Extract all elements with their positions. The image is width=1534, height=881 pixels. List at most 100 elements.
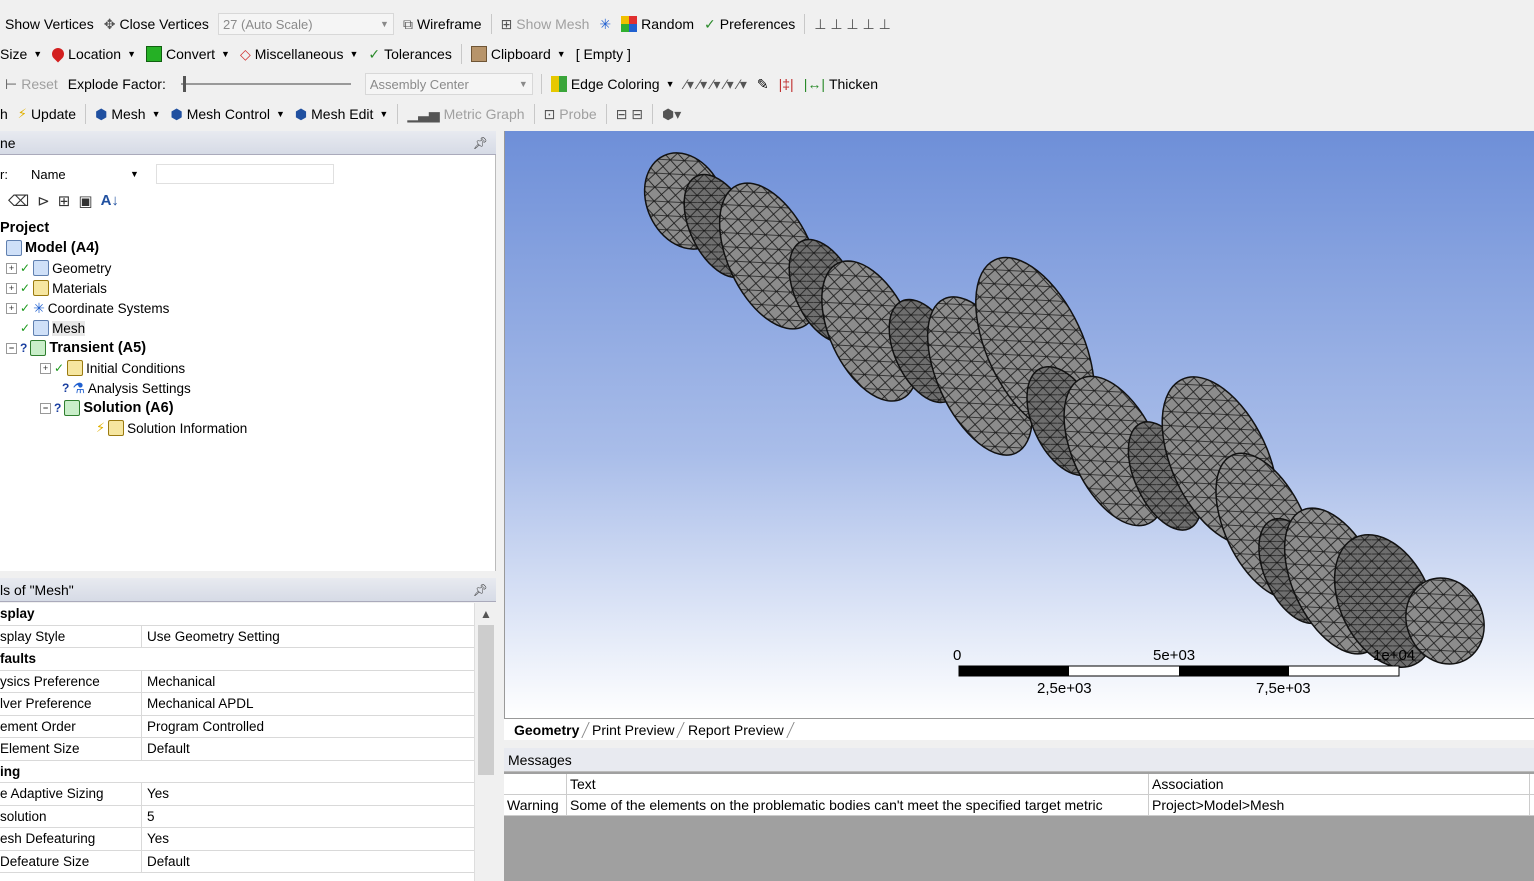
tree-node-project[interactable]: Project [0, 218, 49, 238]
details-scrollbar[interactable]: ▲ [474, 603, 496, 881]
random-button[interactable]: Random [616, 12, 699, 36]
tree-node-solution-information[interactable]: ⚡ Solution Information [96, 418, 247, 438]
pin-icon[interactable]: 📌︎ [473, 136, 488, 150]
align-tools[interactable]: ⊥ ⊥ ⊥ ⊥ ⊥ [809, 12, 896, 36]
probe-button[interactable]: ⊡ Probe [539, 102, 602, 126]
tree-node-mesh[interactable]: ✓ Mesh [20, 318, 86, 338]
show-vertices-button[interactable]: Show Vertices [0, 12, 99, 36]
details-value[interactable]: Default [142, 854, 190, 869]
close-vertices-button[interactable]: ✥ Close Vertices [99, 12, 214, 36]
tab-report-preview[interactable]: Report Preview [680, 721, 795, 738]
thicken-icon: |↔| [803, 76, 825, 92]
details-row[interactable]: lver Preference Mechanical APDL [0, 693, 474, 716]
collapse-icon[interactable]: − [40, 402, 51, 414]
collapse-icon[interactable]: − [6, 342, 17, 354]
display-style-button[interactable]: ⬢▾ [657, 102, 686, 126]
clear-icon[interactable]: ⌫ [8, 192, 29, 210]
tree-node-materials[interactable]: + ✓ Materials [6, 278, 107, 298]
materials-icon [33, 280, 50, 296]
split-button[interactable]: |‡| [774, 72, 799, 96]
details-value[interactable]: Default [142, 741, 190, 756]
sort-icon[interactable]: A↓ [101, 192, 119, 210]
details-value[interactable]: Use Geometry Setting [142, 629, 280, 644]
scroll-thumb[interactable] [478, 625, 494, 775]
expand-all-icon[interactable]: ⊞ [58, 192, 71, 210]
expand-icon[interactable]: + [6, 262, 17, 274]
show-mesh-button[interactable]: ⊞ Show Mesh [496, 12, 595, 36]
location-button[interactable]: Location ▼ [47, 42, 141, 66]
separator [460, 44, 462, 64]
edge-tools[interactable]: ⁄▾ ⁄▾ ⁄▾ ⁄▾ ⁄▾ [680, 72, 752, 96]
folder-icon[interactable]: ▣ [78, 192, 92, 210]
tab-print-preview[interactable]: Print Preview [584, 721, 686, 738]
details-row[interactable]: e Adaptive Sizing Yes [0, 783, 474, 806]
tree-node-model[interactable]: Model (A4) [6, 238, 99, 258]
separator [85, 104, 87, 124]
metric-graph-button[interactable]: ▁▃▅ Metric Graph [402, 102, 529, 126]
explode-factor-slider[interactable] [180, 74, 351, 94]
question-icon: ? [62, 381, 70, 395]
details-row[interactable]: ement Order Program Controlled [0, 715, 474, 738]
toolbar-view: Show Vertices ✥ Close Vertices 27 (Auto S… [0, 9, 1534, 39]
mesh-button[interactable]: ⬢ Mesh ▼ [90, 102, 165, 126]
convert-button[interactable]: Convert ▼ [141, 42, 235, 66]
max-min-icon: ⊟ ⊟ [615, 105, 643, 122]
scroll-up-icon[interactable]: ▲ [480, 607, 492, 621]
edge-coloring-button[interactable]: Edge Coloring ▼ [546, 72, 680, 96]
preferences-button[interactable]: ✓ Preferences [699, 12, 800, 36]
assembly-center-combo[interactable]: Assembly Center ▼ [364, 73, 533, 95]
tree-node-analysis-settings[interactable]: ? ⚗ Analysis Settings [62, 378, 191, 398]
pin-icon[interactable]: 📌︎ [473, 583, 488, 597]
details-value[interactable]: Mechanical [142, 674, 215, 689]
tree-node-solution[interactable]: −? Solution (A6) [40, 398, 174, 418]
details-row[interactable]: solution 5 [0, 805, 474, 828]
messages-panel: Text Association Warning Some of the ele… [504, 772, 1534, 881]
message-type: Warning [504, 795, 567, 815]
max-min-buttons[interactable]: ⊟ ⊟ [611, 102, 648, 126]
crankshaft-mesh-model[interactable] [505, 131, 1534, 718]
geometry-viewport[interactable]: 0 5e+03 1e+04 2,5e+03 7,5e+03 [504, 131, 1534, 718]
tolerances-button[interactable]: ✓ Tolerances [363, 42, 456, 66]
tree-node-transient[interactable]: −? Transient (A5) [6, 338, 146, 358]
details-row[interactable]: splay Style Use Geometry Setting [0, 625, 474, 648]
col-header-type[interactable] [504, 774, 567, 794]
expand-icon[interactable]: + [6, 282, 17, 294]
details-row[interactable]: esh Defeaturing Yes [0, 828, 474, 851]
pin-button[interactable]: ✎ [752, 72, 774, 96]
messages-header: Messages [504, 748, 1534, 772]
axes-button[interactable]: ✳ [594, 12, 616, 36]
miscellaneous-button[interactable]: ◇ Miscellaneous ▼ [235, 42, 363, 66]
details-row[interactable]: Defeature Size Default [0, 850, 474, 873]
details-value[interactable]: Program Controlled [142, 719, 264, 734]
details-value[interactable]: Yes [142, 831, 169, 846]
details-key: esh Defeaturing [0, 828, 142, 850]
expand-icon[interactable]: + [40, 362, 51, 374]
expand-icon[interactable]: + [6, 302, 17, 314]
tab-geometry[interactable]: Geometry [506, 721, 591, 738]
col-header-association[interactable]: Association [1149, 774, 1530, 794]
scale-combo[interactable]: 27 (Auto Scale) ▼ [217, 13, 394, 35]
size-button[interactable]: Size ▼ [0, 42, 47, 66]
clipboard-button[interactable]: Clipboard ▼ [466, 42, 571, 66]
col-header-text[interactable]: Text [567, 774, 1149, 794]
thicken-button[interactable]: |↔| Thicken [799, 72, 883, 96]
mesh-edit-button[interactable]: ⬢ Mesh Edit ▼ [290, 102, 393, 126]
view-tabs: Geometry Print Preview Report Preview [504, 718, 1534, 740]
filter-select[interactable]: Name ▼ [25, 164, 144, 184]
tree-node-geometry[interactable]: + ✓ Geometry [6, 258, 111, 278]
mesh-control-button[interactable]: ⬢ Mesh Control ▼ [165, 102, 289, 126]
tree-node-coordinate-systems[interactable]: + ✓ ✳ Coordinate Systems [6, 298, 169, 318]
expand-tree-icon[interactable]: ⊳ [37, 192, 50, 210]
update-button[interactable]: ⚡ Update [13, 102, 81, 126]
details-row[interactable]: Element Size Default [0, 738, 474, 761]
reset-button[interactable]: ⊢ Reset [0, 72, 63, 96]
filter-search-input[interactable] [155, 164, 334, 184]
wireframe-button[interactable]: ⧉ Wireframe [398, 12, 487, 36]
details-value[interactable]: Mechanical APDL [142, 696, 254, 711]
tree-node-initial-conditions[interactable]: + ✓ Initial Conditions [40, 358, 185, 378]
details-value[interactable]: 5 [142, 809, 155, 824]
toolbar-edge-button[interactable]: h [0, 102, 13, 126]
details-row[interactable]: ysics Preference Mechanical [0, 670, 474, 693]
message-row[interactable]: Warning Some of the elements on the prob… [504, 795, 1534, 816]
details-value[interactable]: Yes [142, 786, 169, 801]
